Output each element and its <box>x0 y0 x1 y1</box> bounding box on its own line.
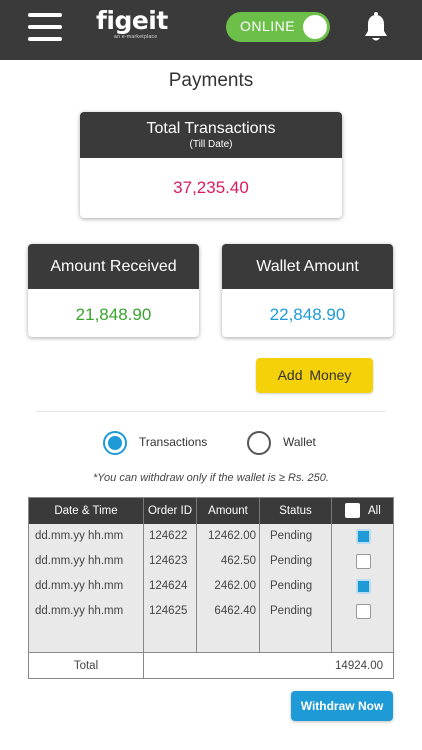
row-datetime: dd.mm.yy hh.mm <box>35 605 124 617</box>
column-header-status: Status <box>259 498 331 524</box>
withdraw-now-button[interactable]: Withdraw Now <box>291 691 393 721</box>
online-status-label: ONLINE <box>240 18 296 34</box>
page-title: Payments <box>168 70 254 91</box>
row-order-id: 124622 <box>149 530 188 542</box>
wallet-radio[interactable] <box>247 431 271 455</box>
column-header-amount: Amount <box>196 498 259 524</box>
row-datetime: dd.mm.yy hh.mm <box>35 580 124 592</box>
add-money-button[interactable]: Add Money <box>256 358 373 393</box>
wallet-radio-label[interactable]: Wallet <box>283 435 316 449</box>
row-amount: 2462.00 <box>214 580 256 592</box>
row-status: Pending <box>270 530 313 542</box>
column-header-order-id: Order ID <box>143 498 196 524</box>
table-row: dd.mm.yy hh.mm 124622 12462.00 Pending <box>29 524 393 549</box>
row-status: Pending <box>270 580 313 592</box>
wallet-amount-title: Wallet Amount <box>222 244 393 289</box>
column-header-all: All <box>331 498 393 524</box>
row-status: Pending <box>270 555 313 567</box>
row-checkbox[interactable] <box>356 579 371 594</box>
row-datetime: dd.mm.yy hh.mm <box>35 530 124 542</box>
total-label: Total <box>73 660 99 672</box>
total-transactions-title: Total Transactions <box>146 120 276 137</box>
row-checkbox[interactable] <box>356 604 371 619</box>
withdraw-note: *You can withdraw only if the wallet is … <box>93 472 329 484</box>
row-status: Pending <box>270 605 313 617</box>
transactions-table: Date & Time Order ID Amount Status All d… <box>28 497 394 679</box>
table-row: dd.mm.yy hh.mm 124625 6462.40 Pending <box>29 599 393 624</box>
row-datetime: dd.mm.yy hh.mm <box>35 555 124 567</box>
total-transactions-subtitle: (Till Date) <box>189 139 233 150</box>
row-order-id: 124624 <box>149 580 188 592</box>
amount-received-card: Amount Received 21,848.90 <box>28 244 199 337</box>
total-transactions-header: Total Transactions (Till Date) <box>80 112 342 158</box>
table-footer: Total 14924.00 <box>29 652 393 679</box>
table-row: dd.mm.yy hh.mm 124623 462.50 Pending <box>29 549 393 574</box>
total-transactions-card: Total Transactions (Till Date) 37,235.40 <box>80 112 342 218</box>
amount-received-value: 21,848.90 <box>75 305 152 324</box>
section-divider <box>36 411 386 412</box>
amount-received-title: Amount Received <box>28 244 199 289</box>
top-bar: figeit an e-marketplace ONLINE <box>0 0 422 60</box>
column-header-datetime: Date & Time <box>54 505 118 517</box>
toggle-knob <box>303 15 327 39</box>
app-logo[interactable]: figeit an e-marketplace <box>96 6 176 46</box>
logo-text: figeit <box>96 6 168 35</box>
wallet-amount-card: Wallet Amount 22,848.90 <box>222 244 393 337</box>
table-row: dd.mm.yy hh.mm 124624 2462.00 Pending <box>29 574 393 599</box>
row-checkbox[interactable] <box>356 554 371 569</box>
table-body: dd.mm.yy hh.mm 124622 12462.00 Pending d… <box>29 524 393 652</box>
row-checkbox[interactable] <box>356 529 371 544</box>
transactions-radio[interactable] <box>103 431 127 455</box>
select-all-checkbox[interactable] <box>345 503 360 518</box>
total-transactions-value: 37,235.40 <box>173 178 249 197</box>
row-amount: 462.50 <box>220 555 256 567</box>
bell-icon[interactable] <box>362 12 390 44</box>
row-order-id: 124623 <box>149 555 188 567</box>
total-value: 14924.00 <box>335 660 383 672</box>
table-header: Date & Time Order ID Amount Status All <box>29 498 393 524</box>
row-amount: 6462.40 <box>214 605 256 617</box>
transactions-radio-label[interactable]: Transactions <box>139 435 207 449</box>
hamburger-menu-icon[interactable] <box>28 13 62 41</box>
online-status-toggle[interactable]: ONLINE <box>226 12 330 42</box>
row-amount: 12462.00 <box>208 530 256 542</box>
table-row-empty <box>29 624 393 649</box>
wallet-amount-value: 22,848.90 <box>269 305 346 324</box>
row-order-id: 124625 <box>149 605 188 617</box>
logo-tagline: an e-marketplace <box>114 34 158 40</box>
